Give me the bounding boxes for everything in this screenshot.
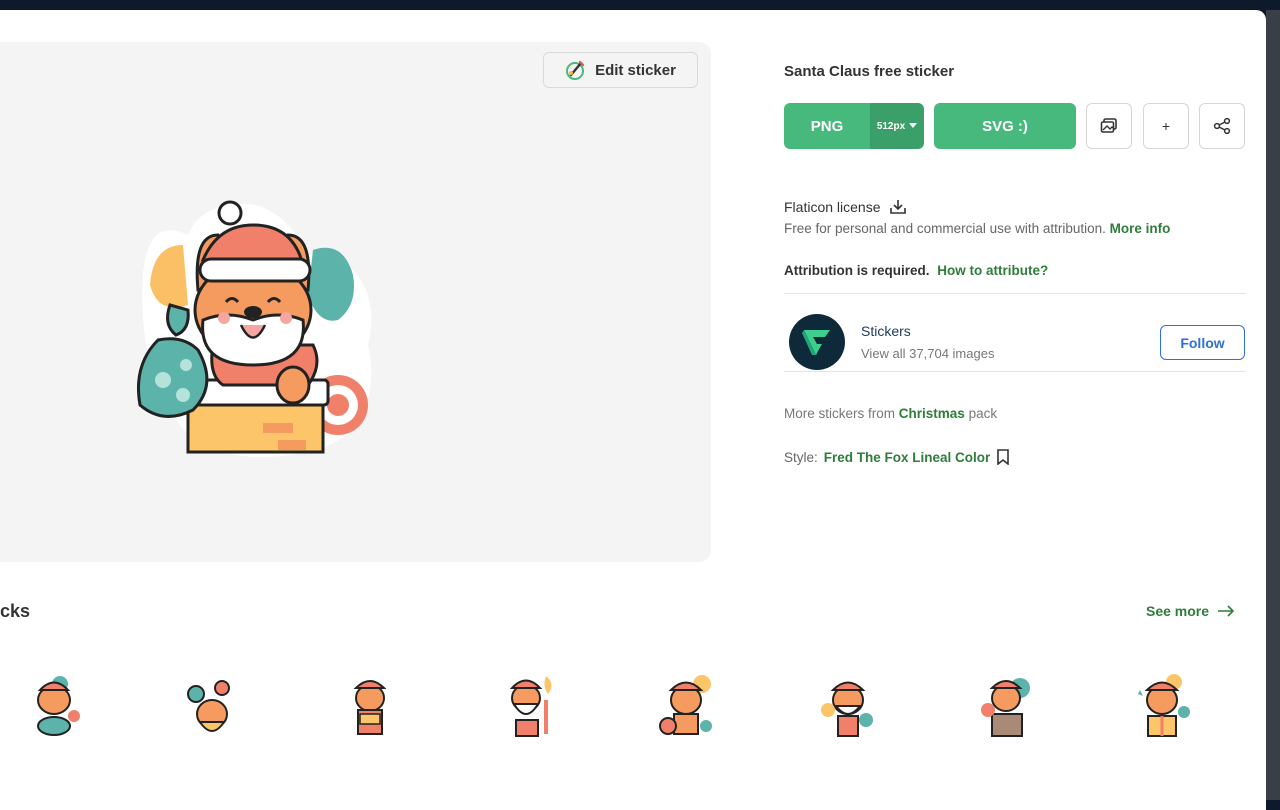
santa-fox-sticker-image	[136, 200, 372, 457]
edit-pencil-icon	[566, 60, 585, 80]
divider	[784, 293, 1246, 294]
license-title-row: Flaticon license	[784, 199, 907, 215]
related-sticker-thumbnail[interactable]	[496, 670, 566, 742]
add-button[interactable]: +	[1143, 103, 1189, 149]
share-button[interactable]	[1199, 103, 1245, 149]
sticker-title: Santa Claus free sticker	[784, 63, 955, 80]
edit-sticker-button[interactable]: Edit sticker	[543, 52, 698, 88]
related-sticker-thumbnail[interactable]	[972, 670, 1042, 742]
stickers-logo-icon	[802, 330, 830, 355]
author-view-all[interactable]: View all 37,704 images	[861, 346, 994, 361]
png-size-value: 512px	[876, 120, 906, 132]
related-sticker-thumbnail[interactable]	[180, 670, 250, 742]
follow-button[interactable]: Follow	[1160, 325, 1245, 360]
pack-prefix: More stickers from	[784, 406, 896, 421]
license-desc-text: Free for personal and commercial use wit…	[784, 221, 1106, 236]
png-size-dropdown[interactable]: 512px	[870, 103, 924, 149]
images-icon	[1100, 118, 1117, 133]
related-sticker-thumbnail[interactable]	[338, 670, 408, 742]
pack-link[interactable]: Christmas	[899, 406, 965, 421]
author-avatar[interactable]	[789, 314, 845, 370]
author-name[interactable]: Stickers	[861, 323, 911, 339]
attribution-text: Attribution is required.	[784, 263, 930, 278]
edit-sticker-label: Edit sticker	[595, 61, 676, 79]
share-icon	[1213, 117, 1231, 135]
caret-down-icon	[909, 123, 918, 128]
bookmark-icon[interactable]	[996, 449, 1010, 465]
divider	[784, 371, 1246, 372]
pack-suffix: pack	[968, 406, 998, 421]
download-icon[interactable]	[889, 199, 907, 215]
window-top-strip	[0, 0, 1280, 10]
png-label: PNG	[784, 103, 870, 149]
download-png-button[interactable]: PNG 512px	[784, 103, 924, 149]
license-description: Free for personal and commercial use wit…	[784, 221, 1170, 236]
see-more-link[interactable]: See more	[1146, 603, 1235, 619]
related-packs-title: cks	[0, 601, 31, 621]
more-from-pack: More stickers from Christmas pack	[784, 406, 997, 421]
collection-button[interactable]	[1086, 103, 1132, 149]
plus-icon: +	[1161, 118, 1171, 134]
attribution-row: Attribution is required. How to attribut…	[784, 263, 1048, 278]
more-info-link[interactable]: More info	[1110, 221, 1171, 236]
style-row: Style: Fred The Fox Lineal Color	[784, 449, 1010, 465]
related-sticker-thumbnail[interactable]	[1130, 670, 1200, 742]
sticker-detail-modal: Edit sticker Santa Claus free sticker PN…	[0, 10, 1266, 810]
style-label: Style:	[784, 449, 818, 465]
how-to-attribute-link[interactable]: How to attribute?	[937, 263, 1048, 278]
arrow-right-icon	[1218, 605, 1235, 617]
style-link[interactable]: Fred The Fox Lineal Color	[824, 450, 991, 465]
see-more-label: See more	[1146, 603, 1210, 619]
download-svg-button[interactable]: SVG :)	[934, 103, 1076, 149]
related-sticker-thumbnail[interactable]	[656, 670, 726, 742]
license-title: Flaticon license	[784, 199, 881, 215]
related-sticker-thumbnail[interactable]	[814, 670, 884, 742]
background-overlay	[1266, 10, 1280, 800]
related-sticker-thumbnail[interactable]	[22, 670, 92, 742]
